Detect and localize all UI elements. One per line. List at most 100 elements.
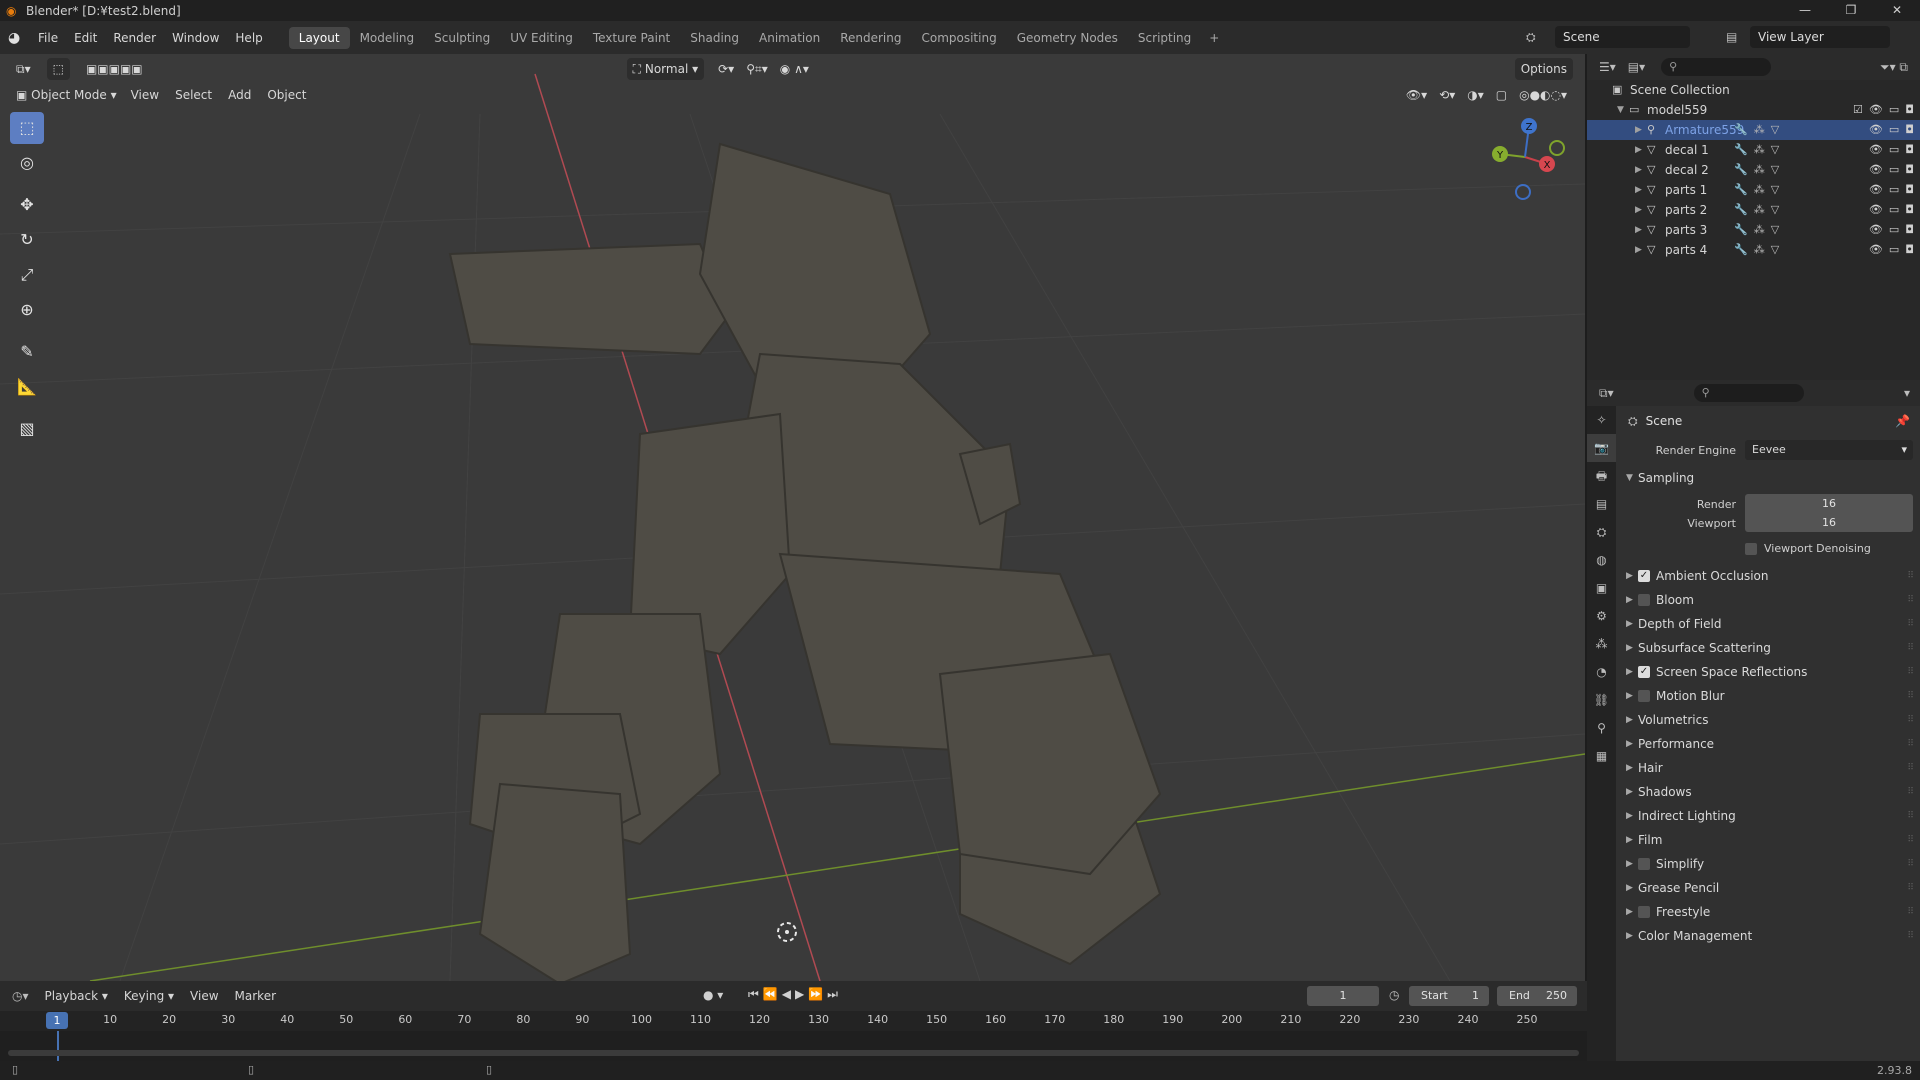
timeline-track[interactable] [0,1031,1587,1061]
drag-handle-icon[interactable]: ⠿ [1907,588,1914,612]
shading-modes-icon[interactable]: ◎●◐◌▾ [1513,84,1573,106]
drag-handle-icon[interactable]: ⠿ [1907,876,1914,900]
drag-handle-icon[interactable]: ⠿ [1907,660,1914,684]
render-engine-dropdown[interactable]: Eevee ▾ [1745,440,1913,460]
section-enable-checkbox[interactable] [1638,690,1650,702]
viewport-menu-object[interactable]: Object [259,88,314,102]
navigation-gizmo[interactable]: X Y Z [1480,112,1570,202]
expand-arrow-icon[interactable]: ▶ [1635,160,1647,180]
menu-edit[interactable]: Edit [66,31,105,45]
add-cube-tool-icon[interactable]: ▧ [10,413,44,445]
move-tool-icon[interactable]: ✥ [10,189,44,221]
viewport-menu-select[interactable]: Select [167,88,220,102]
collection-row[interactable]: ▼ ▭ model559 ☑ 👁 ▭ ◘ [1587,100,1920,120]
outliner-item[interactable]: ▶ ▽ parts 3 🔧 ⁂ ▽ 👁 ▭ ◘ [1587,220,1920,240]
annotate-tool-icon[interactable]: ✎ [10,336,44,368]
particles-tab-icon[interactable]: ⁂ [1587,630,1616,658]
maximize-button[interactable]: ❐ [1828,0,1874,21]
render-section[interactable]: ▶ Volumetrics ⠿ [1616,708,1920,732]
drag-handle-icon[interactable]: ⠿ [1907,732,1914,756]
object-visibility-icons[interactable]: 👁 ▭ ◘ [1869,240,1914,260]
scene-icon[interactable]: ⛭ [1526,26,1536,48]
tab-texture-paint[interactable]: Texture Paint [583,27,680,49]
cursor-tool-icon[interactable]: ◎ [10,147,44,179]
object-tab-icon[interactable]: ▣ [1587,574,1616,602]
select-mode-icon[interactable]: ⬚ [46,58,70,80]
filter-icon[interactable]: ⏷▾ ⧉ [1880,60,1908,75]
object-visibility-icons[interactable]: 👁 ▭ ◘ [1869,220,1914,240]
render-section[interactable]: ▶ Shadows ⠿ [1616,780,1920,804]
outliner-item[interactable]: ▶ ▽ decal 1 🔧 ⁂ ▽ 👁 ▭ ◘ [1587,140,1920,160]
outliner-item[interactable]: ▶ ▽ parts 2 🔧 ⁂ ▽ 👁 ▭ ◘ [1587,200,1920,220]
close-button[interactable]: ✕ [1874,0,1920,21]
object-visibility-icons[interactable]: 👁 ▭ ◘ [1869,140,1914,160]
timeline-menu-keying[interactable]: Keying ▾ [116,989,182,1003]
expand-arrow-icon[interactable]: ▶ [1635,120,1647,140]
object-modifiers-icons[interactable]: 🔧 ⁂ ▽ [1734,140,1779,160]
current-frame-indicator[interactable]: 1 [46,1012,68,1029]
viewport-samples-field[interactable]: 16 [1745,513,1913,532]
render-section[interactable]: ▶ Grease Pencil ⠿ [1616,876,1920,900]
menu-help[interactable]: Help [227,31,270,45]
outliner-item[interactable]: ▶ ⚲ Armature559 🔧 ⁂ ▽ 👁 ▭ ◘ [1587,120,1920,140]
world-tab-icon[interactable]: ◍ [1587,546,1616,574]
drag-handle-icon[interactable]: ⠿ [1907,780,1914,804]
expand-arrow-icon[interactable]: ▶ [1635,220,1647,240]
start-frame-field[interactable]: Start 1 [1409,986,1489,1006]
tab-geometry-nodes[interactable]: Geometry Nodes [1007,27,1128,49]
viewport-menu-view[interactable]: View [123,88,167,102]
selection-modes-icon[interactable]: ▣▣▣▣▣ [80,58,149,80]
record-icon[interactable]: ● ▾ [703,988,723,1002]
timeline-menu-view[interactable]: View [182,989,226,1003]
scene-selector[interactable]: Scene [1555,26,1690,48]
view-layer-tab-icon[interactable]: ▤ [1587,490,1616,518]
output-tab-icon[interactable]: 🖶 [1587,462,1616,490]
display-mode-icon[interactable]: ▤▾ [1628,60,1645,74]
end-frame-field[interactable]: End 250 [1497,986,1577,1006]
timeline-editor-icon[interactable]: ◷▾ [12,989,29,1003]
preview-range-icon[interactable]: ◷ [1389,988,1399,1002]
tab-animation[interactable]: Animation [749,27,830,49]
options-button[interactable]: Options [1514,58,1573,80]
section-enable-checkbox[interactable] [1638,594,1650,606]
properties-options-icon[interactable]: ▾ [1904,386,1910,400]
render-section[interactable]: ▶ Freestyle ⠿ [1616,900,1920,924]
object-visibility-icons[interactable]: 👁 ▭ ◘ [1869,160,1914,180]
object-modifiers-icons[interactable]: 🔧 ⁂ ▽ [1734,120,1779,140]
expand-arrow-icon[interactable]: ▶ [1635,140,1647,160]
outliner-editor-icon[interactable]: ☰▾ [1599,60,1616,74]
object-modifiers-icons[interactable]: 🔧 ⁂ ▽ [1734,240,1779,260]
scene-collection-row[interactable]: ▣ Scene Collection [1587,80,1920,100]
expand-arrow-icon[interactable]: ▶ [1635,240,1647,260]
tool-tab-icon[interactable]: ✧ [1587,406,1616,434]
object-data-tab-icon[interactable]: ⚲ [1587,714,1616,742]
select-box-tool-icon[interactable]: ⬚ [10,112,44,144]
measure-tool-icon[interactable]: 📐 [10,371,44,403]
expand-arrow-icon[interactable]: ▶ [1635,200,1647,220]
tab-compositing[interactable]: Compositing [911,27,1006,49]
drag-handle-icon[interactable]: ⠿ [1907,756,1914,780]
view-layer-icon[interactable]: ▤ [1726,26,1737,48]
drag-handle-icon[interactable]: ⠿ [1907,612,1914,636]
menu-window[interactable]: Window [164,31,227,45]
overlay-icon[interactable]: ◑▾ [1461,84,1490,106]
drag-handle-icon[interactable]: ⠿ [1907,900,1914,924]
expand-arrow-icon[interactable]: ▶ [1635,180,1647,200]
tab-shading[interactable]: Shading [680,27,749,49]
pivot-icon[interactable]: ⟳▾ [712,58,740,80]
tab-uv-editing[interactable]: UV Editing [500,27,583,49]
tab-scripting[interactable]: Scripting [1128,27,1201,49]
menu-file[interactable]: File [30,31,66,45]
current-frame-field[interactable]: 1 [1307,986,1379,1006]
section-enable-checkbox[interactable] [1638,906,1650,918]
properties-editor-icon[interactable]: ⧉▾ [1599,386,1614,401]
gizmo-toggle-icon[interactable]: ⟲▾ [1433,84,1461,106]
object-mode-selector[interactable]: ▣ Object Mode ▾ [10,84,123,106]
section-enable-checkbox[interactable]: ✓ [1638,666,1650,678]
render-section[interactable]: ▶ Motion Blur ⠿ [1616,684,1920,708]
render-section[interactable]: ▶ Simplify ⠿ [1616,852,1920,876]
collection-visibility-icons[interactable]: ☑ 👁 ▭ ◘ [1853,100,1914,120]
proportional-edit-icon[interactable]: ◉ ∧▾ [774,58,815,80]
object-modifiers-icons[interactable]: 🔧 ⁂ ▽ [1734,160,1779,180]
physics-tab-icon[interactable]: ◔ [1587,658,1616,686]
